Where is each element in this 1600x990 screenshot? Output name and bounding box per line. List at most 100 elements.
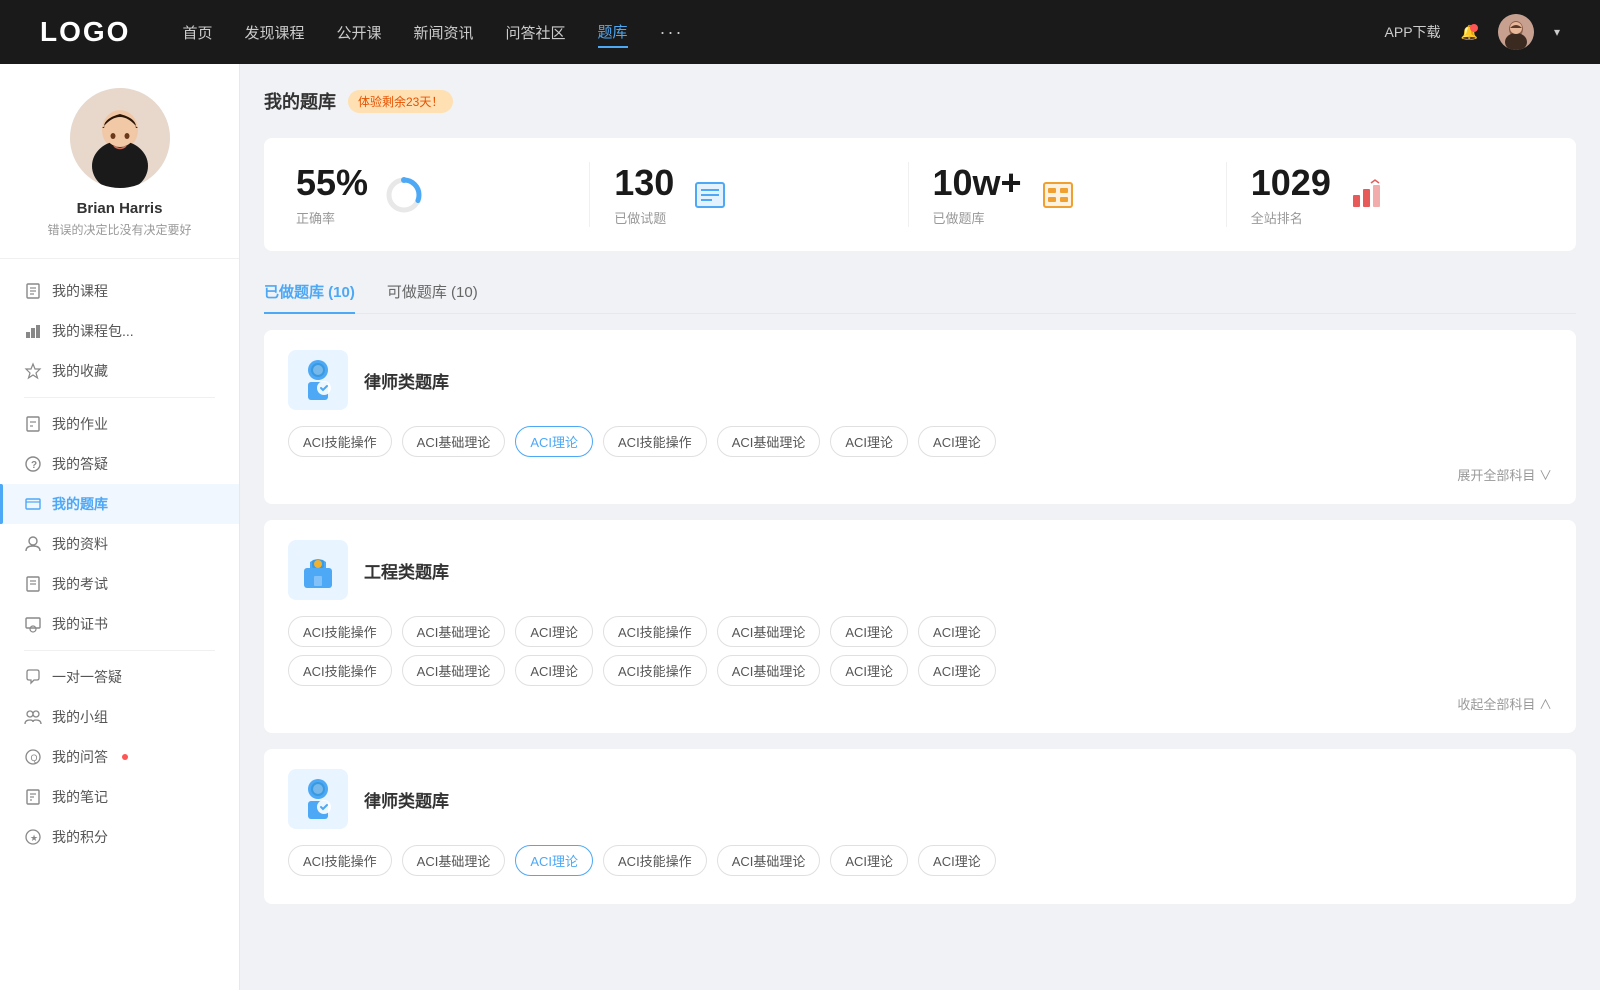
tag-1b-1[interactable]: ACI基础理论 bbox=[402, 655, 506, 686]
menu-label: 我的考试 bbox=[52, 574, 108, 594]
notification-bell[interactable]: 🔔 bbox=[1461, 24, 1478, 41]
bank-icon-lawyer2 bbox=[288, 769, 348, 829]
nav-item-qa[interactable]: 问答社区 bbox=[506, 18, 566, 47]
menu-label: 我的题库 bbox=[52, 494, 108, 514]
qa-notification-dot bbox=[122, 754, 128, 760]
tag-1b-4[interactable]: ACI基础理论 bbox=[717, 655, 821, 686]
menu-my-courses[interactable]: 我的课程 bbox=[0, 271, 239, 311]
points-icon: ★ bbox=[24, 828, 42, 846]
bank-title-2: 律师类题库 bbox=[364, 787, 449, 812]
bank-section-1: 工程类题库 ACI技能操作 ACI基础理论 ACI理论 ACI技能操作 ACI基… bbox=[264, 520, 1576, 733]
menu-bank[interactable]: 我的题库 bbox=[0, 484, 239, 524]
tag-2-0[interactable]: ACI技能操作 bbox=[288, 845, 392, 876]
tag-2-3[interactable]: ACI技能操作 bbox=[603, 845, 707, 876]
tag-1b-5[interactable]: ACI理论 bbox=[830, 655, 908, 686]
tab-done[interactable]: 已做题库 (10) bbox=[264, 271, 355, 314]
menu-notes[interactable]: 我的笔记 bbox=[0, 777, 239, 817]
menu-homework[interactable]: 我的作业 bbox=[0, 404, 239, 444]
tag-1-4[interactable]: ACI基础理论 bbox=[717, 616, 821, 647]
tab-available[interactable]: 可做题库 (10) bbox=[387, 271, 478, 314]
menu-my-qa[interactable]: Q 我的问答 bbox=[0, 737, 239, 777]
nav-item-home[interactable]: 首页 bbox=[182, 18, 212, 47]
page-title: 我的题库 bbox=[264, 88, 336, 114]
tag-0-4[interactable]: ACI基础理论 bbox=[717, 426, 821, 457]
divider-1 bbox=[24, 397, 215, 398]
menu-questions[interactable]: ? 我的答疑 bbox=[0, 444, 239, 484]
menu-label: 我的答疑 bbox=[52, 454, 108, 474]
star-icon bbox=[24, 362, 42, 380]
menu-label: 一对一答疑 bbox=[52, 667, 122, 687]
menu-label: 我的笔记 bbox=[52, 787, 108, 807]
exam-icon bbox=[24, 575, 42, 593]
menu-label: 我的课程包... bbox=[52, 321, 134, 341]
file-icon bbox=[24, 282, 42, 300]
tag-0-2[interactable]: ACI理论 bbox=[515, 426, 593, 457]
done-questions-value: 130 bbox=[614, 162, 674, 204]
nav-item-open[interactable]: 公开课 bbox=[336, 18, 381, 47]
bank-header-0: 律师类题库 bbox=[288, 350, 1552, 410]
done-banks-value: 10w+ bbox=[933, 162, 1022, 204]
tag-1-1[interactable]: ACI基础理论 bbox=[402, 616, 506, 647]
tag-2-1[interactable]: ACI基础理论 bbox=[402, 845, 506, 876]
chart-icon bbox=[24, 322, 42, 340]
tag-1-5[interactable]: ACI理论 bbox=[830, 616, 908, 647]
tag-1b-3[interactable]: ACI技能操作 bbox=[603, 655, 707, 686]
tag-1-0[interactable]: ACI技能操作 bbox=[288, 616, 392, 647]
done-banks-label: 已做题库 bbox=[933, 208, 1022, 227]
bank-icon-engineer bbox=[288, 540, 348, 600]
tag-1-3[interactable]: ACI技能操作 bbox=[603, 616, 707, 647]
menu-profile[interactable]: 我的资料 bbox=[0, 524, 239, 564]
avatar[interactable] bbox=[1498, 14, 1534, 50]
sidebar-menu: 我的课程 我的课程包... 我的收藏 我的作业 bbox=[0, 259, 239, 869]
tag-0-3[interactable]: ACI技能操作 bbox=[603, 426, 707, 457]
stat-ranking: 1029 全站排名 bbox=[1227, 162, 1544, 227]
menu-favorites[interactable]: 我的收藏 bbox=[0, 351, 239, 391]
nav-item-bank[interactable]: 题库 bbox=[598, 17, 628, 48]
menu-label: 我的收藏 bbox=[52, 361, 108, 381]
tag-2-2[interactable]: ACI理论 bbox=[515, 845, 593, 876]
done-questions-icon bbox=[690, 175, 730, 215]
answer-icon: Q bbox=[24, 748, 42, 766]
nav-item-discover[interactable]: 发现课程 bbox=[244, 18, 304, 47]
tag-0-0[interactable]: ACI技能操作 bbox=[288, 426, 392, 457]
tag-0-5[interactable]: ACI理论 bbox=[830, 426, 908, 457]
bank-section-0: 律师类题库 ACI技能操作 ACI基础理论 ACI理论 ACI技能操作 ACI基… bbox=[264, 330, 1576, 504]
trial-badge: 体验剩余23天！ bbox=[348, 90, 453, 113]
tags-row-0: ACI技能操作 ACI基础理论 ACI理论 ACI技能操作 ACI基础理论 AC… bbox=[288, 426, 1552, 457]
question-icon: ? bbox=[24, 455, 42, 473]
nav-item-news[interactable]: 新闻资讯 bbox=[414, 18, 474, 47]
stat-done-questions: 130 已做试题 bbox=[590, 162, 908, 227]
collapse-link-1[interactable]: 收起全部科目 ∧ bbox=[288, 694, 1552, 713]
tags-row-1a: ACI技能操作 ACI基础理论 ACI理论 ACI技能操作 ACI基础理论 AC… bbox=[288, 616, 1552, 647]
tag-1b-0[interactable]: ACI技能操作 bbox=[288, 655, 392, 686]
app-download-link[interactable]: APP下载 bbox=[1385, 22, 1441, 42]
expand-link-0[interactable]: 展开全部科目 ∨ bbox=[288, 465, 1552, 484]
tag-1b-2[interactable]: ACI理论 bbox=[515, 655, 593, 686]
tag-1-2[interactable]: ACI理论 bbox=[515, 616, 593, 647]
tag-2-5[interactable]: ACI理论 bbox=[830, 845, 908, 876]
user-menu-chevron[interactable]: ▾ bbox=[1554, 25, 1560, 39]
tabs-row: 已做题库 (10) 可做题库 (10) bbox=[264, 271, 1576, 314]
top-nav: LOGO 首页 发现课程 公开课 新闻资讯 问答社区 题库 ··· APP下载 … bbox=[0, 0, 1600, 64]
tag-1b-6[interactable]: ACI理论 bbox=[918, 655, 996, 686]
menu-points[interactable]: ★ 我的积分 bbox=[0, 817, 239, 857]
tag-0-6[interactable]: ACI理论 bbox=[918, 426, 996, 457]
bank-section-2: 律师类题库 ACI技能操作 ACI基础理论 ACI理论 ACI技能操作 ACI基… bbox=[264, 749, 1576, 904]
tag-0-1[interactable]: ACI基础理论 bbox=[402, 426, 506, 457]
nav-item-more[interactable]: ··· bbox=[660, 18, 684, 47]
tag-1-6[interactable]: ACI理论 bbox=[918, 616, 996, 647]
tag-2-6[interactable]: ACI理论 bbox=[918, 845, 996, 876]
stat-accuracy: 55% 正确率 bbox=[296, 162, 590, 227]
tags-row-1b: ACI技能操作 ACI基础理论 ACI理论 ACI技能操作 ACI基础理论 AC… bbox=[288, 655, 1552, 686]
menu-1on1[interactable]: 一对一答疑 bbox=[0, 657, 239, 697]
tags-row-2: ACI技能操作 ACI基础理论 ACI理论 ACI技能操作 ACI基础理论 AC… bbox=[288, 845, 1552, 876]
menu-label: 我的课程 bbox=[52, 281, 108, 301]
profile-icon bbox=[24, 535, 42, 553]
tag-2-4[interactable]: ACI基础理论 bbox=[717, 845, 821, 876]
stat-done-banks: 10w+ 已做题库 bbox=[909, 162, 1227, 227]
menu-course-package[interactable]: 我的课程包... bbox=[0, 311, 239, 351]
menu-cert[interactable]: 我的证书 bbox=[0, 604, 239, 644]
notification-dot bbox=[1470, 24, 1478, 32]
menu-group[interactable]: 我的小组 bbox=[0, 697, 239, 737]
menu-exam[interactable]: 我的考试 bbox=[0, 564, 239, 604]
